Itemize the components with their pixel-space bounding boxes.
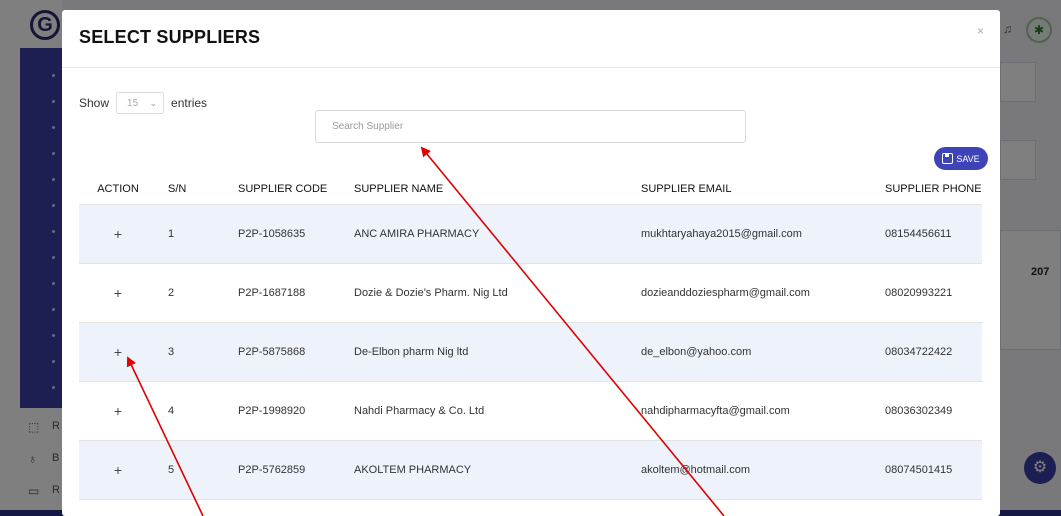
page-length-control: Show 15 ⌄ entries	[79, 92, 207, 114]
row-supplier-phone: 08036302349	[885, 405, 953, 417]
table-row: + 2 P2P-1687188 Dozie & Dozie's Pharm. N…	[79, 264, 982, 323]
close-icon[interactable]: ×	[977, 24, 984, 38]
entries-label: entries	[171, 96, 208, 110]
add-supplier-button[interactable]: +	[114, 226, 122, 242]
row-supplier-phone: 08074501415	[885, 464, 953, 476]
row-sn: 4	[168, 405, 175, 417]
modal-header: SELECT SUPPLIERS ×	[62, 10, 1000, 68]
add-supplier-button[interactable]: +	[114, 403, 122, 419]
add-supplier-button[interactable]: +	[114, 285, 122, 301]
row-supplier-name: Dozie & Dozie's Pharm. Nig Ltd	[354, 287, 508, 299]
row-supplier-code: P2P-5875868	[238, 346, 306, 358]
save-button-label: SAVE	[956, 153, 980, 164]
show-label: Show	[79, 96, 110, 110]
entries-select[interactable]: 15 ⌄	[116, 92, 165, 114]
modal-title: SELECT SUPPLIERS	[79, 27, 261, 47]
column-header-email[interactable]: SUPPLIER EMAIL	[635, 183, 869, 195]
row-supplier-email: de_elbon@yahoo.com	[641, 346, 752, 358]
row-supplier-email: akoltem@hotmail.com	[641, 464, 750, 476]
row-supplier-name: De-Elbon pharm Nig ltd	[354, 346, 469, 358]
row-sn: 3	[168, 346, 175, 358]
row-supplier-code: P2P-1058635	[238, 228, 306, 240]
search-placeholder: Search Supplier	[332, 121, 404, 132]
save-button[interactable]: SAVE	[934, 147, 988, 170]
select-suppliers-modal: SELECT SUPPLIERS × Show 15 ⌄ entries Sea…	[62, 10, 1000, 516]
chevron-down-icon: ⌄	[149, 97, 158, 108]
column-header-code[interactable]: SUPPLIER CODE	[232, 183, 348, 195]
row-supplier-email: dozieanddoziespharm@gmail.com	[641, 287, 810, 299]
row-supplier-name: ANC AMIRA PHARMACY	[354, 228, 480, 240]
row-sn: 5	[168, 464, 175, 476]
row-supplier-code: P2P-1687188	[238, 287, 306, 299]
row-supplier-email: mukhtaryahaya2015@gmail.com	[641, 228, 802, 240]
add-supplier-button[interactable]: +	[114, 344, 122, 360]
entries-select-value: 15	[127, 97, 139, 109]
column-header-name[interactable]: SUPPLIER NAME	[348, 183, 635, 195]
search-input[interactable]: Search Supplier	[315, 110, 746, 143]
suppliers-table: ACTION S/N SUPPLIER CODE SUPPLIER NAME S…	[79, 173, 982, 500]
table-row: + 1 P2P-1058635 ANC AMIRA PHARMACY mukht…	[79, 205, 982, 264]
row-supplier-email: nahdipharmacyfta@gmail.com	[641, 405, 790, 417]
table-row: + 5 P2P-5762859 AKOLTEM PHARMACY akoltem…	[79, 441, 982, 500]
row-supplier-code: P2P-5762859	[238, 464, 306, 476]
row-sn: 2	[168, 287, 175, 299]
row-supplier-name: AKOLTEM PHARMACY	[354, 464, 472, 476]
table-row: + 4 P2P-1998920 Nahdi Pharmacy & Co. Ltd…	[79, 382, 982, 441]
table-row: + 3 P2P-5875868 De-Elbon pharm Nig ltd d…	[79, 323, 982, 382]
row-supplier-name: Nahdi Pharmacy & Co. Ltd	[354, 405, 485, 417]
row-supplier-code: P2P-1998920	[238, 405, 306, 417]
column-header-action[interactable]: ACTION	[79, 183, 157, 195]
row-supplier-phone: 08034722422	[885, 346, 953, 358]
save-icon	[942, 153, 954, 164]
row-sn: 1	[168, 228, 175, 240]
row-supplier-phone: 08020993221	[885, 287, 953, 299]
table-header: ACTION S/N SUPPLIER CODE SUPPLIER NAME S…	[79, 173, 982, 205]
column-header-phone[interactable]: SUPPLIER PHONE	[869, 183, 982, 195]
row-supplier-phone: 08154456611	[885, 228, 952, 240]
column-header-sn[interactable]: S/N	[157, 183, 232, 195]
add-supplier-button[interactable]: +	[114, 462, 122, 478]
